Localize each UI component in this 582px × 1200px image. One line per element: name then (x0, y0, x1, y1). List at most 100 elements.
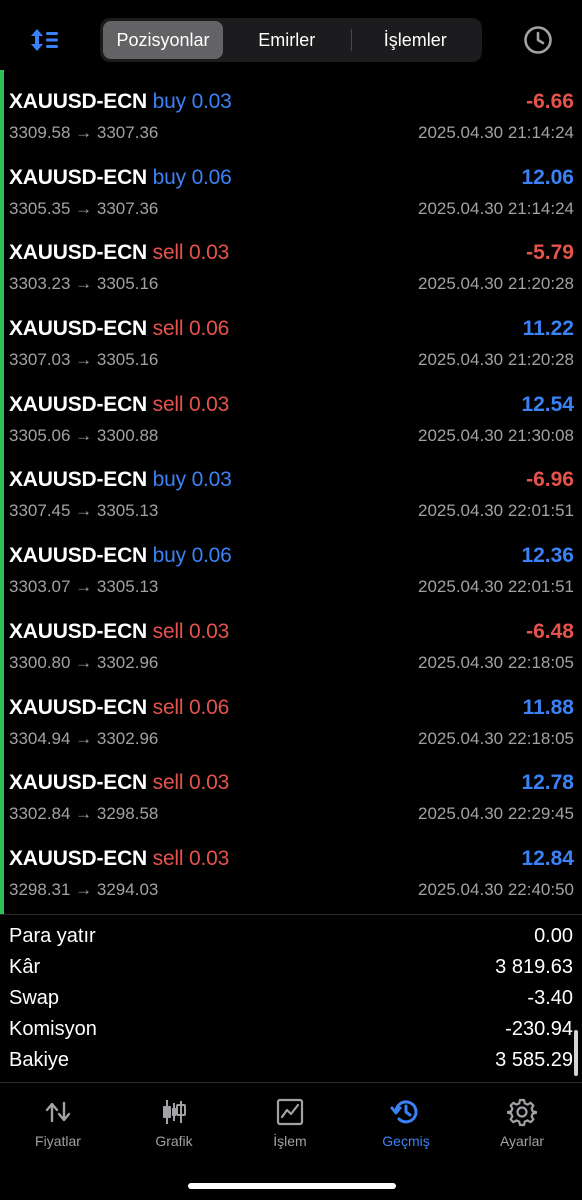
quotes-arrows-icon (45, 1101, 71, 1123)
deal-symbol: XAUUSD-ECN (9, 165, 148, 189)
summary-row-swap: Swap -3.40 (9, 987, 573, 1017)
deal-volume: 0.03 (189, 846, 230, 870)
tab-trade[interactable]: İşlem (232, 1093, 348, 1157)
segmented-control: Pozisyonlar Emirler İşlemler (100, 18, 482, 62)
deal-volume: 0.03 (191, 468, 232, 492)
tab-history[interactable]: Geçmiş (348, 1093, 464, 1157)
tab-positions[interactable]: Pozisyonlar (103, 21, 223, 59)
deal-side: sell (152, 771, 184, 795)
tab-quotes[interactable]: Fiyatlar (0, 1093, 116, 1157)
deal-volume: 0.06 (189, 317, 230, 341)
deal-time: 2025.04.30 21:14:24 (418, 198, 574, 218)
deal-side: sell (152, 241, 184, 265)
deal-prices: 3298.31 → 3294.03 (9, 879, 159, 899)
deal-row[interactable]: XAUUSD-ECN sell 0.06 11.22 3307.03 → 3305.… (0, 311, 582, 387)
candlestick-chart-icon (163, 1100, 186, 1124)
deal-time: 2025.04.30 22:29:45 (418, 804, 574, 824)
deal-title: XAUUSD-ECN sell 0.03 (9, 393, 229, 417)
deal-prices: 3300.80 → 3302.96 (9, 652, 159, 672)
deal-time: 2025.04.30 22:40:50 (418, 879, 574, 899)
deal-side: buy (152, 90, 186, 113)
deal-profit: 12.78 (521, 771, 574, 795)
deal-time: 2025.04.30 21:20:28 (418, 274, 574, 294)
summary-label: Bakiye (9, 1049, 70, 1071)
deal-row[interactable]: XAUUSD-ECN sell 0.03 -6.48 3300.80 → 3302.… (0, 614, 582, 690)
deal-volume: 0.03 (189, 619, 230, 643)
deal-prices: 3304.94 → 3302.96 (9, 728, 159, 748)
deal-time: 2025.04.30 21:30:08 (418, 425, 574, 445)
deal-row[interactable]: XAUUSD-ECN sell 0.06 11.88 3304.94 → 3302.… (0, 690, 582, 766)
deal-row[interactable]: XAUUSD-ECN buy 0.06 12.36 3303.07 → 3305.1… (0, 538, 582, 614)
deal-profit: 12.36 (521, 544, 574, 568)
summary-value: 0.00 (534, 925, 573, 947)
deal-row[interactable]: XAUUSD-ECN sell 0.03 -5.79 3303.23 → 3305.… (0, 235, 582, 311)
tab-deals[interactable]: İşlemler (352, 21, 480, 59)
deal-row[interactable]: XAUUSD-ECN sell 0.03 12.84 3298.31 → 3294.… (0, 841, 582, 917)
deal-side: sell (152, 317, 184, 341)
deal-volume: 0.06 (191, 165, 232, 189)
deal-side: sell (152, 619, 184, 643)
deal-symbol: XAUUSD-ECN (9, 317, 148, 341)
deal-symbol: XAUUSD-ECN (9, 619, 148, 643)
summary-row-commission: Komisyon -230.94 (9, 1018, 573, 1048)
deal-profit: -5.79 (526, 241, 574, 265)
deal-symbol: XAUUSD-ECN (9, 468, 148, 492)
deal-title: XAUUSD-ECN sell 0.03 (9, 241, 229, 265)
deal-row[interactable]: XAUUSD-ECN sell 0.03 12.54 3305.06 → 3300.… (0, 387, 582, 463)
summary-row-profit: Kâr 3 819.63 (9, 956, 573, 986)
sort-arrows-icon[interactable] (28, 24, 62, 56)
summary-label: Komisyon (9, 1018, 97, 1040)
deal-title: XAUUSD-ECN sell 0.03 (9, 620, 229, 644)
deal-symbol: XAUUSD-ECN (9, 544, 148, 568)
deal-prices: 3307.45 → 3305.13 (9, 501, 159, 521)
deal-prices: 3302.84 → 3298.58 (9, 804, 159, 824)
deal-symbol: XAUUSD-ECN (9, 392, 148, 416)
deal-profit: 12.06 (521, 165, 574, 189)
deal-title: XAUUSD-ECN sell 0.06 (9, 696, 229, 720)
summary-label: Swap (9, 987, 60, 1009)
tab-label: Grafik (155, 1133, 193, 1149)
clock-icon[interactable] (522, 24, 554, 56)
summary-panel: Para yatır 0.00 Kâr 3 819.63 Swap -3.40 … (0, 914, 582, 1083)
deal-row[interactable]: XAUUSD-ECN sell 0.03 12.78 3302.84 → 3298.… (0, 765, 582, 841)
deal-row[interactable]: XAUUSD-ECN buy 0.03 -6.96 3307.45 → 3305.1… (0, 462, 582, 538)
deal-prices: 3307.03 → 3305.16 (9, 350, 159, 370)
trade-chart-icon (276, 1098, 304, 1126)
deal-time: 2025.04.30 22:18:05 (418, 652, 574, 672)
summary-row-deposit: Para yatır 0.00 (9, 925, 573, 955)
deal-title: XAUUSD-ECN buy 0.06 (9, 166, 232, 190)
deal-row[interactable]: XAUUSD-ECN buy 0.03 -6.66 3309.58 → 3307.3… (0, 84, 582, 160)
top-bar: Pozisyonlar Emirler İşlemler (0, 0, 582, 80)
tab-label: Fiyatlar (35, 1133, 81, 1149)
tab-chart[interactable]: Grafik (116, 1093, 232, 1157)
deal-symbol: XAUUSD-ECN (9, 771, 148, 795)
deal-prices: 3309.58 → 3307.36 (9, 123, 159, 142)
summary-value: -230.94 (505, 1018, 573, 1040)
scrollbar[interactable] (574, 1030, 578, 1076)
deal-title: XAUUSD-ECN buy 0.03 (9, 468, 232, 492)
deal-title: XAUUSD-ECN buy 0.06 (9, 544, 232, 568)
tab-orders[interactable]: Emirler (223, 21, 351, 59)
deal-time: 2025.04.30 21:20:28 (418, 350, 574, 370)
summary-row-balance: Bakiye 3 585.29 (9, 1049, 573, 1079)
deal-side: buy (152, 544, 186, 568)
deal-time: 2025.04.30 21:14:24 (418, 123, 574, 142)
deal-side: sell (152, 392, 184, 416)
deal-row[interactable]: XAUUSD-ECN buy 0.06 12.06 3305.35 → 3307.3… (0, 160, 582, 236)
summary-value: 3 585.29 (495, 1049, 573, 1071)
deal-time: 2025.04.30 22:18:05 (418, 728, 574, 748)
summary-value: -3.40 (527, 987, 573, 1009)
deal-profit: 11.22 (522, 317, 574, 341)
history-icon (390, 1100, 418, 1124)
deal-prices: 3305.06 → 3300.88 (9, 425, 159, 445)
tab-label: Ayarlar (499, 1133, 545, 1149)
deal-time: 2025.04.30 22:01:51 (418, 577, 574, 597)
tab-settings[interactable]: Ayarlar (464, 1093, 580, 1157)
history-screen: Pozisyonlar Emirler İşlemler XAUUSD-ECN … (0, 0, 582, 1200)
deal-side: buy (152, 468, 186, 492)
deal-prices: 3303.23 → 3305.16 (9, 274, 159, 294)
gear-icon (507, 1098, 537, 1127)
tab-label: İşlem (273, 1133, 307, 1149)
deal-volume: 0.03 (191, 90, 232, 113)
deal-profit: -6.96 (526, 468, 574, 492)
